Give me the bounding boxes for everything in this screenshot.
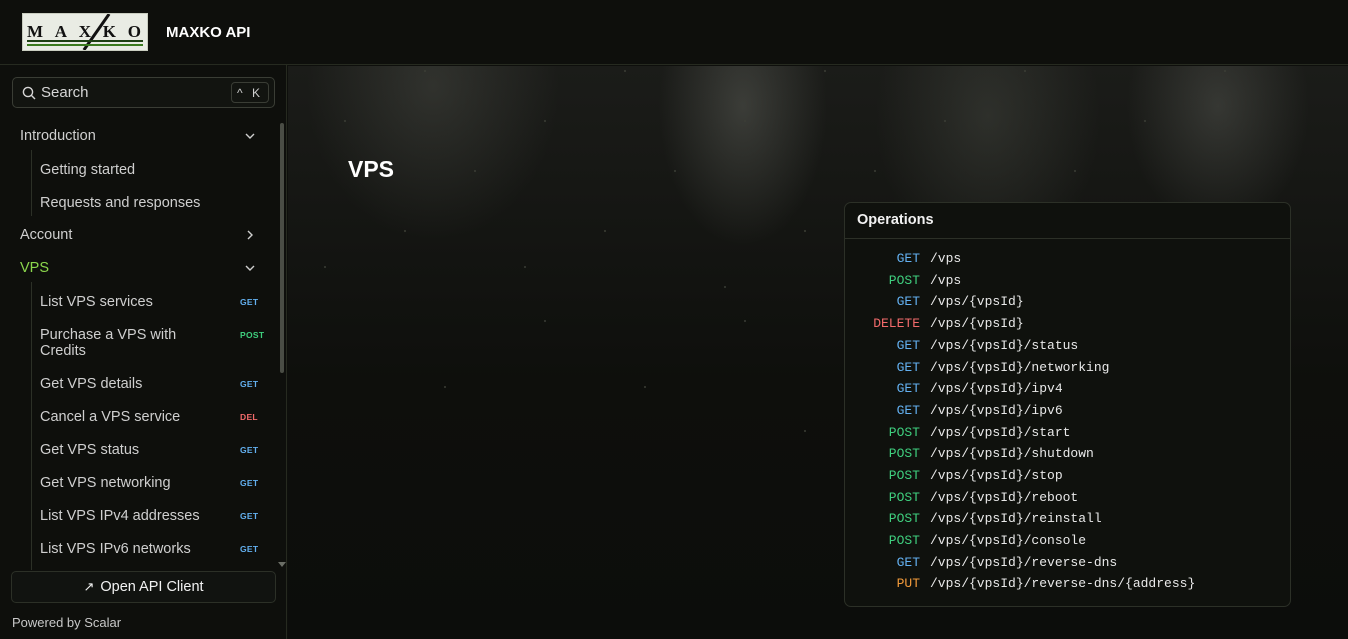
logo-stripe (27, 44, 143, 46)
method-badge-get: GET (240, 511, 259, 521)
sidebar-item-label: Introduction (20, 128, 96, 144)
method-badge-get: GET (240, 379, 259, 389)
method-label: GET (896, 381, 920, 396)
search-input[interactable]: Search ^ K (12, 77, 275, 108)
sidebar-item-get-vps-status[interactable]: Get VPS status (40, 442, 220, 458)
method-badge-post: POST (240, 330, 265, 340)
method-badge-get: GET (240, 544, 259, 554)
method-label: POST (888, 273, 920, 288)
operation-row[interactable]: POST /vps/{vpsId}/stop (845, 466, 1292, 486)
path-label: /vps/{vpsId}/status (930, 338, 1079, 353)
operation-row[interactable]: POST /vps/{vpsId}/console (845, 531, 1292, 551)
sub-rail (31, 150, 32, 216)
sidebar-scrollbar[interactable] (280, 123, 284, 373)
search-icon (22, 86, 36, 99)
operation-row[interactable]: POST /vps/{vpsId}/shutdown (845, 444, 1292, 464)
path-label: /vps/{vpsId}/reboot (930, 490, 1079, 505)
operations-title: Operations (845, 203, 1290, 239)
chevron-right-icon (247, 230, 253, 240)
operation-row[interactable]: POST /vps (845, 271, 1292, 291)
operations-panel: Operations GET /vps POST /vps GET /vps/{… (844, 202, 1291, 607)
scroll-down-arrow[interactable] (278, 562, 286, 567)
operation-row[interactable]: GET /vps (845, 249, 1292, 269)
chevron-down-icon (245, 133, 255, 139)
path-label: /vps/{vpsId} (930, 294, 1024, 309)
path-label: /vps/{vpsId}/shutdown (930, 446, 1094, 461)
method-badge-del: DEL (240, 412, 258, 422)
method-label: POST (888, 533, 920, 548)
sidebar-item-requests-and-responses[interactable]: Requests and responses (40, 195, 220, 211)
method-label: POST (888, 468, 920, 483)
sidebar-item-get-vps-details[interactable]: Get VPS details (40, 376, 220, 392)
top-bar: MAXKO MAXKO API (0, 0, 1348, 65)
operation-row[interactable]: DELETE /vps/{vpsId} (845, 314, 1292, 334)
sidebar-item-list-vps-services[interactable]: List VPS services (40, 294, 220, 310)
operation-row[interactable]: PUT /vps/{vpsId}/reverse-dns/{address} (845, 574, 1292, 594)
maxko-logo[interactable]: MAXKO (22, 13, 148, 51)
path-label: /vps/{vpsId}/start (930, 425, 1071, 440)
brand-title[interactable]: MAXKO API (166, 24, 250, 41)
method-label: POST (888, 511, 920, 526)
operation-row[interactable]: GET /vps/{vpsId}/status (845, 336, 1292, 356)
path-label: /vps/{vpsId}/ipv4 (930, 381, 1063, 396)
path-label: /vps/{vpsId}/reverse-dns/{address} (930, 576, 1196, 591)
search-label: Search (41, 84, 89, 101)
powered-by-link[interactable]: Powered by Scalar (12, 615, 121, 630)
sidebar: Search ^ K Introduction Getting started … (0, 65, 287, 639)
open-api-client-button[interactable]: ↗ Open API Client (11, 571, 276, 603)
arrow-up-right-icon: ↗ (83, 579, 95, 594)
search-shortcut-badge: ^ K (231, 82, 269, 103)
operation-row[interactable]: GET /vps/{vpsId}/ipv4 (845, 379, 1292, 399)
operation-row[interactable]: POST /vps/{vpsId}/start (845, 423, 1292, 443)
sidebar-item-list-ipv6[interactable]: List VPS IPv6 networks (40, 541, 220, 557)
operation-row[interactable]: POST /vps/{vpsId}/reinstall (845, 509, 1292, 529)
method-label: DELETE (873, 316, 920, 331)
sidebar-item-label: Account (20, 227, 73, 243)
logo-stripe (27, 40, 143, 42)
sidebar-nav: Introduction Getting started Requests an… (0, 120, 276, 570)
method-badge-get: GET (240, 297, 259, 307)
method-label: POST (888, 490, 920, 505)
logo-letters: MAXKO (27, 22, 143, 41)
operation-row[interactable]: GET /vps/{vpsId}/ipv6 (845, 401, 1292, 421)
sidebar-item-introduction[interactable]: Introduction (20, 128, 260, 144)
method-label: GET (896, 555, 920, 570)
sub-rail (31, 282, 32, 570)
path-label: /vps/{vpsId} (930, 316, 1024, 331)
method-label: GET (896, 251, 920, 266)
sidebar-item-cancel-vps[interactable]: Cancel a VPS service (40, 409, 220, 425)
method-label: PUT (896, 576, 920, 591)
main-content: VPS Operations GET /vps POST /vps GET /v… (288, 66, 1348, 639)
method-label: GET (896, 403, 920, 418)
page-title: VPS (348, 156, 395, 182)
path-label: /vps/{vpsId}/ipv6 (930, 403, 1063, 418)
operation-row[interactable]: GET /vps/{vpsId} (845, 292, 1292, 312)
chevron-down-icon (245, 265, 255, 271)
path-label: /vps/{vpsId}/reverse-dns (930, 555, 1118, 570)
path-label: /vps (930, 273, 962, 288)
sidebar-item-account[interactable]: Account (20, 227, 260, 243)
method-label: POST (888, 446, 920, 461)
method-badge-get: GET (240, 445, 259, 455)
path-label: /vps/{vpsId}/stop (930, 468, 1063, 483)
open-api-client-label: Open API Client (100, 579, 204, 595)
operation-row[interactable]: POST /vps/{vpsId}/reboot (845, 488, 1292, 508)
path-label: /vps/{vpsId}/reinstall (930, 511, 1102, 526)
operation-row[interactable]: GET /vps/{vpsId}/networking (845, 358, 1292, 378)
method-label: GET (896, 294, 920, 309)
path-label: /vps/{vpsId}/console (930, 533, 1087, 548)
sidebar-item-list-ipv4[interactable]: List VPS IPv4 addresses (40, 508, 220, 524)
sidebar-item-label: VPS (20, 260, 50, 276)
sidebar-item-get-vps-networking[interactable]: Get VPS networking (40, 475, 220, 491)
method-badge-get: GET (240, 478, 259, 488)
sidebar-item-purchase-vps[interactable]: Purchase a VPS with Credits (40, 327, 220, 359)
path-label: /vps/{vpsId}/networking (930, 360, 1110, 375)
sidebar-item-getting-started[interactable]: Getting started (40, 162, 220, 178)
path-label: /vps (930, 251, 962, 266)
method-label: GET (896, 338, 920, 353)
method-label: GET (896, 360, 920, 375)
sidebar-item-vps[interactable]: VPS (20, 260, 260, 276)
method-label: POST (888, 425, 920, 440)
operation-row[interactable]: GET /vps/{vpsId}/reverse-dns (845, 553, 1292, 573)
